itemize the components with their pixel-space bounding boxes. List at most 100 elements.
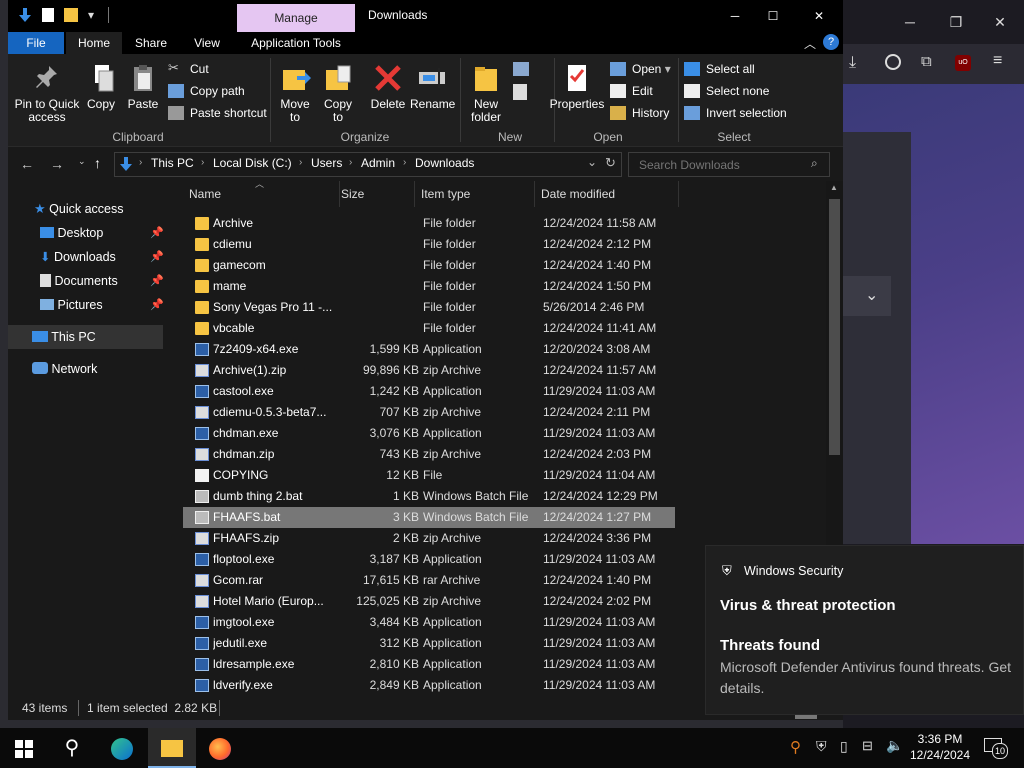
move-to-button[interactable]: Move to: [276, 62, 314, 124]
file-row[interactable]: mame File folder 12/24/2024 1:50 PM: [183, 276, 675, 297]
account-icon[interactable]: [885, 54, 901, 70]
properties-qat-icon[interactable]: [42, 8, 54, 22]
down-arrow-icon[interactable]: [18, 7, 32, 23]
column-header-name[interactable]: Name: [183, 181, 340, 207]
edge-icon[interactable]: [98, 728, 146, 768]
file-row[interactable]: cdiemu-0.5.3-beta7... 707 KB zip Archive 12…: [183, 402, 675, 423]
notification-center-button[interactable]: 10: [984, 738, 1008, 759]
file-row[interactable]: dumb thing 2.bat 1 KB Windows Batch File 12…: [183, 486, 675, 507]
nav-item-downloads[interactable]: ⬇ Downloads 📌: [40, 246, 164, 268]
help-icon[interactable]: ?: [823, 34, 839, 50]
network-tray-icon[interactable]: ⊟: [862, 738, 873, 754]
start-button[interactable]: [0, 728, 48, 768]
file-row[interactable]: ldverify.exe 2,849 KB Application 11/29/202…: [183, 675, 675, 696]
file-row[interactable]: gamecom File folder 12/24/2024 1:40 PM: [183, 255, 675, 276]
paste-button[interactable]: Paste: [126, 62, 160, 111]
close-button[interactable]: ✕: [804, 2, 834, 30]
maximize-button[interactable]: ☐: [758, 2, 788, 30]
nav-item-pictures[interactable]: Pictures 📌: [40, 294, 164, 316]
scroll-up-icon[interactable]: ▲: [830, 183, 838, 192]
nav-item-documents[interactable]: Documents 📌: [40, 270, 164, 292]
back-arrow-icon[interactable]: ←: [20, 156, 34, 172]
up-arrow-icon[interactable]: ↑: [94, 155, 101, 171]
copy-button[interactable]: Copy: [86, 62, 116, 111]
browser-page-dropdown[interactable]: ⌄: [843, 276, 891, 316]
file-row[interactable]: jedutil.exe 312 KB Application 11/29/2024 1…: [183, 633, 675, 654]
scrollbar-thumb[interactable]: [829, 199, 840, 455]
tray-search-icon[interactable]: ⚲: [790, 738, 801, 756]
new-folder-qat-icon[interactable]: [64, 8, 78, 22]
search-box[interactable]: ⌕: [628, 152, 830, 177]
browser-minimize-button[interactable]: ─: [895, 8, 925, 36]
tab-view[interactable]: View: [186, 32, 228, 54]
pin-to-quick-access-button[interactable]: Pin to Quick access: [14, 62, 80, 124]
file-row[interactable]: chdman.exe 3,076 KB Application 11/29/2024 …: [183, 423, 675, 444]
breadcrumb-local-disk[interactable]: Local Disk (C:): [213, 156, 292, 170]
search-icon[interactable]: ⚲: [48, 728, 96, 768]
file-row[interactable]: floptool.exe 3,187 KB Application 11/29/202…: [183, 549, 675, 570]
history-button[interactable]: History: [610, 103, 669, 123]
column-header-date[interactable]: Date modified: [535, 181, 679, 207]
new-item-icon[interactable]: [513, 62, 529, 76]
nav-network[interactable]: Network: [32, 358, 97, 380]
nav-this-pc[interactable]: This PC: [32, 326, 96, 348]
address-bar[interactable]: › This PC › Local Disk (C:) › Users › Ad…: [114, 152, 622, 177]
easy-access-icon[interactable]: [513, 84, 527, 100]
collapse-ribbon-icon[interactable]: ︿: [804, 35, 816, 52]
breadcrumb-users[interactable]: Users: [311, 156, 342, 170]
file-row[interactable]: chdman.zip 743 KB zip Archive 12/24/2024 2:…: [183, 444, 675, 465]
refresh-icon[interactable]: ↻: [605, 155, 616, 171]
copy-to-button[interactable]: Copy to: [318, 62, 358, 124]
select-none-button[interactable]: Select none: [684, 81, 769, 101]
edit-button[interactable]: Edit: [610, 81, 653, 101]
search-input[interactable]: [637, 156, 801, 174]
minimize-button[interactable]: ─: [720, 2, 750, 30]
browser-close-button[interactable]: ✕: [985, 8, 1015, 36]
file-row[interactable]: Archive File folder 12/24/2024 11:58 AM: [183, 213, 675, 234]
forward-arrow-icon[interactable]: →: [50, 156, 64, 172]
file-row[interactable]: Hotel Mario (Europ... 125,025 KB zip Archi…: [183, 591, 675, 612]
rename-button[interactable]: Rename: [410, 62, 455, 111]
firefox-icon[interactable]: [196, 728, 244, 768]
file-row[interactable]: castool.exe 1,242 KB Application 11/29/2024…: [183, 381, 675, 402]
file-row[interactable]: Gcom.rar 17,615 KB rar Archive 12/24/2024 1…: [183, 570, 675, 591]
download-icon[interactable]: ⤓: [849, 54, 856, 72]
usb-tray-icon[interactable]: ▯: [840, 738, 848, 755]
new-folder-button[interactable]: New folder: [466, 62, 506, 124]
properties-button[interactable]: Properties: [548, 62, 606, 111]
clock[interactable]: 3:36 PM 12/24/2024: [906, 731, 974, 763]
open-button[interactable]: Open ▾: [610, 59, 671, 79]
breadcrumb-admin[interactable]: Admin: [361, 156, 395, 170]
breadcrumb-this-pc[interactable]: This PC: [151, 156, 194, 170]
volume-icon[interactable]: 🔈: [886, 737, 903, 754]
qat-customize-icon[interactable]: ▾: [88, 8, 94, 22]
column-header-size[interactable]: Size: [335, 181, 415, 207]
tab-share[interactable]: Share: [130, 32, 172, 54]
delete-button[interactable]: Delete: [366, 62, 410, 111]
ublock-icon[interactable]: uO: [955, 55, 971, 71]
file-row[interactable]: Sony Vegas Pro 11 -... File folder 5/26/20…: [183, 297, 675, 318]
nav-quick-access[interactable]: ★ Quick access: [34, 198, 123, 220]
file-row[interactable]: Archive(1).zip 99,896 KB zip Archive 12/24/…: [183, 360, 675, 381]
invert-selection-button[interactable]: Invert selection: [684, 103, 787, 123]
copy-path-button[interactable]: Copy path: [168, 81, 245, 101]
tab-home[interactable]: Home: [66, 32, 122, 54]
file-row[interactable]: vbcable File folder 12/24/2024 11:41 AM: [183, 318, 675, 339]
address-dropdown-icon[interactable]: ⌄: [587, 155, 597, 169]
security-tray-icon[interactable]: ⛨: [816, 738, 827, 755]
file-row[interactable]: FHAAFS.zip 2 KB zip Archive 12/24/2024 3:36…: [183, 528, 675, 549]
cut-button[interactable]: ✂ Cut: [168, 59, 209, 79]
tab-file[interactable]: File: [8, 32, 64, 54]
column-header-type[interactable]: Item type: [415, 181, 535, 207]
browser-restore-button[interactable]: ❐: [941, 8, 971, 36]
select-all-button[interactable]: Select all: [684, 59, 755, 79]
paste-shortcut-button[interactable]: Paste shortcut: [168, 103, 267, 123]
file-row[interactable]: cdiemu File folder 12/24/2024 2:12 PM: [183, 234, 675, 255]
security-notification-toast[interactable]: ⛨ Windows Security Virus & threat protec…: [705, 545, 1024, 715]
manage-context-tab[interactable]: Manage: [237, 4, 355, 32]
menu-icon[interactable]: ≡: [993, 52, 1002, 70]
nav-item-desktop[interactable]: Desktop 📌: [40, 222, 164, 244]
tab-application-tools[interactable]: Application Tools: [244, 32, 348, 54]
file-row[interactable]: ldresample.exe 2,810 KB Application 11/29/2…: [183, 654, 675, 675]
file-row[interactable]: imgtool.exe 3,484 KB Application 11/29/2024…: [183, 612, 675, 633]
